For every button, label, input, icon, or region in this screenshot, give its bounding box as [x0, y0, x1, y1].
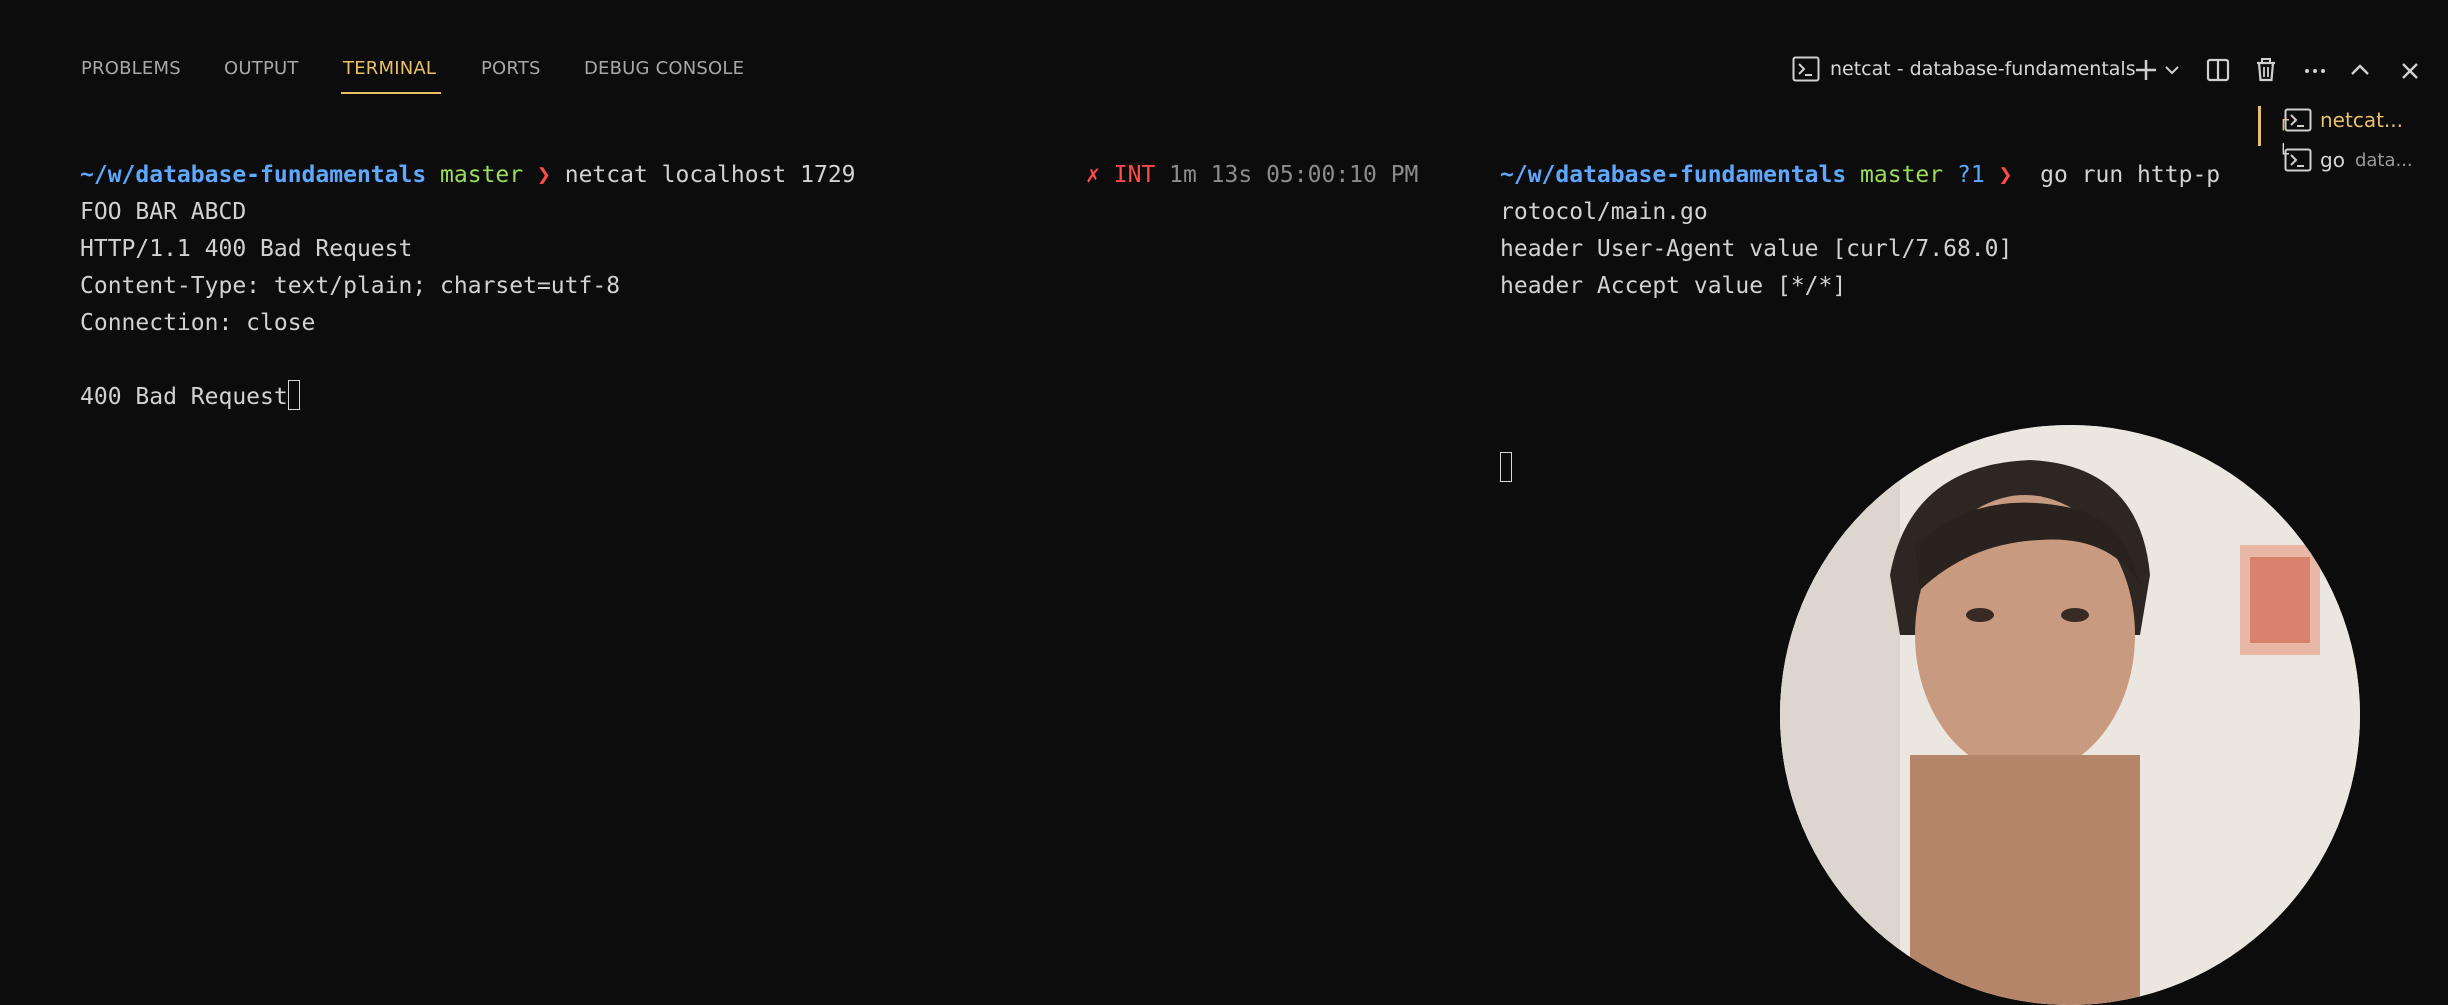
output-line: Content-Type: text/plain; charset=utf-8 — [80, 273, 621, 299]
chevron-down-icon — [2165, 66, 2179, 75]
terminal-list-item-go[interactable]: go data... — [2284, 148, 2413, 172]
prompt-path-dir: database-fundamentals — [135, 162, 427, 188]
tab-problems[interactable]: PROBLEMS — [81, 58, 181, 79]
error-mark: ✗ — [1086, 162, 1100, 188]
prompt-arrow: ❯ — [1998, 162, 2013, 188]
active-tab-indicator — [341, 92, 441, 94]
prompt-arrow: ❯ — [537, 162, 551, 188]
output-line: HTTP/1.1 400 Bad Request — [80, 236, 413, 262]
prompt-command: go run http-p — [2040, 162, 2221, 188]
status-time: 05:00:10 PM — [1266, 162, 1419, 188]
close-icon — [2402, 63, 2418, 79]
add-terminal-button[interactable] — [2128, 52, 2164, 88]
split-icon — [2206, 58, 2230, 82]
terminal-title-label: netcat - database-fundamentals — [1830, 58, 2136, 80]
tab-output[interactable]: OUTPUT — [224, 58, 299, 79]
status-duration: 1m 13s — [1169, 162, 1253, 188]
prompt-path-dir: database-fundamentals — [1555, 162, 1847, 188]
split-terminal-button[interactable] — [2200, 52, 2236, 88]
output-line: header User-Agent value [curl/7.68.0] — [1500, 236, 2013, 262]
plus-icon — [2136, 60, 2156, 80]
prompt-command: netcat localhost 1729 — [564, 162, 856, 188]
tab-terminal[interactable]: TERMINAL — [343, 58, 436, 79]
terminal-cursor — [1500, 452, 1512, 482]
terminal-list-label: go — [2320, 148, 2345, 172]
prompt-path-prefix: ~/w/ — [80, 162, 136, 188]
terminal-icon — [2284, 148, 2312, 172]
terminal-icon — [2284, 108, 2312, 132]
webcam-overlay — [1780, 425, 2360, 1005]
output-line: Connection: close — [80, 310, 316, 336]
output-line: rotocol/main.go — [1500, 199, 1708, 225]
maximize-panel-button[interactable] — [2342, 52, 2378, 88]
output-line: header Accept value [*/*] — [1500, 273, 1847, 299]
command-status: ✗ INT 1m 13s 05:00:10 PM — [1086, 162, 1418, 188]
tab-ports[interactable]: PORTS — [481, 58, 541, 79]
ellipsis-icon — [2305, 69, 2325, 73]
more-actions-button[interactable] — [2297, 52, 2333, 88]
launch-profile-button[interactable] — [2160, 52, 2184, 88]
kill-terminal-button[interactable] — [2248, 52, 2284, 88]
chevron-up-icon — [2351, 64, 2369, 75]
panel-tab-bar: PROBLEMS OUTPUT TERMINAL PORTS DEBUG CON… — [0, 0, 2448, 100]
active-terminal-indicator — [2258, 106, 2261, 146]
trash-icon — [2257, 58, 2275, 82]
terminal-list-label: netcat... — [2320, 108, 2403, 132]
prompt-path-prefix: ~/w/ — [1500, 162, 1556, 188]
prompt-branch: master — [440, 162, 524, 188]
terminal-cursor — [288, 380, 300, 410]
terminal-icon — [1792, 56, 1820, 82]
prompt-branch: master — [1860, 162, 1944, 188]
tab-debug-console[interactable]: DEBUG CONSOLE — [584, 58, 744, 79]
prompt-line: ~/w/database-fundamentals master ❯ netca… — [80, 162, 856, 188]
status-signal: INT — [1113, 162, 1156, 188]
prompt-git-status: ?1 — [1957, 162, 1985, 188]
close-panel-button[interactable] — [2392, 52, 2428, 88]
terminal-title[interactable]: netcat - database-fundamentals — [1792, 56, 2136, 82]
terminal-list-detail: data... — [2354, 149, 2413, 171]
terminal-list-item-netcat[interactable]: netcat... — [2284, 108, 2403, 132]
prompt-line: ~/w/database-fundamentals master ?1 ❯ go… — [1500, 162, 2220, 188]
output-line: 400 Bad Request — [80, 384, 288, 410]
output-line: FOO BAR ABCD — [80, 199, 247, 225]
